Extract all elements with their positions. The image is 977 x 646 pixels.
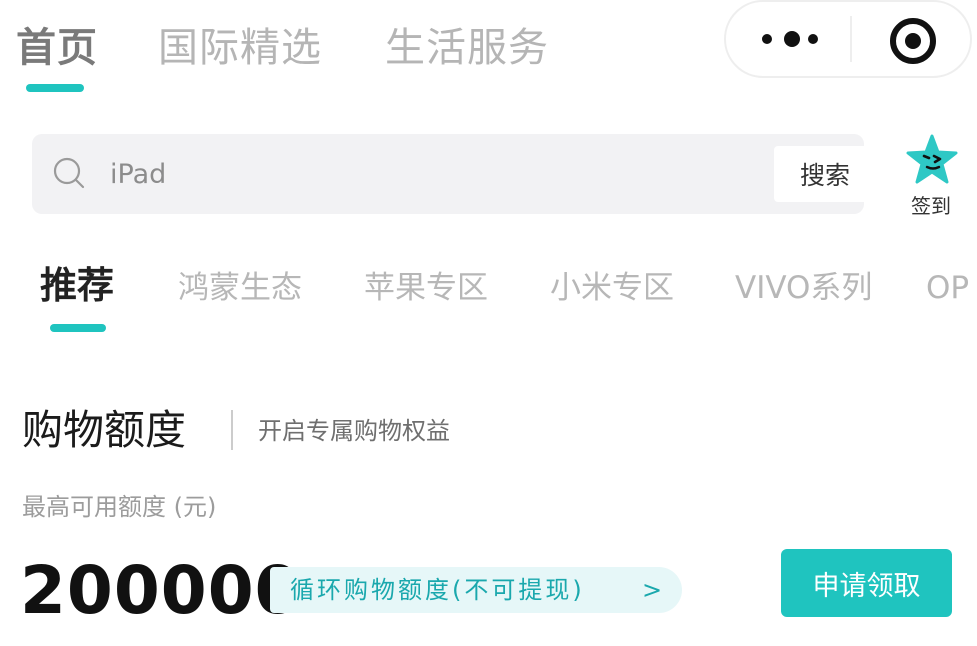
category-tab-apple[interactable]: 苹果专区 (364, 266, 488, 310)
star-face-icon (906, 134, 958, 184)
credit-limit-label: 最高可用额度 (元) (22, 493, 217, 521)
title-divider (231, 410, 233, 450)
category-tab-vivo[interactable]: VIVO系列 (735, 266, 872, 310)
capsule-menu (724, 0, 972, 78)
category-tab-harmony[interactable]: 鸿蒙生态 (178, 266, 302, 310)
signin-label: 签到 (911, 194, 951, 218)
tab-international[interactable]: 国际精选 (158, 22, 322, 74)
tab-life-service[interactable]: 生活服务 (385, 22, 549, 74)
capsule-divider (850, 16, 852, 62)
active-tab-indicator (26, 84, 84, 92)
credit-title: 购物额度 (22, 406, 186, 454)
category-tab-recommend[interactable]: 推荐 (40, 264, 114, 308)
target-icon[interactable] (890, 18, 936, 64)
tab-home[interactable]: 首页 (16, 22, 98, 74)
credit-subtitle: 开启专属购物权益 (258, 417, 450, 445)
category-tab-xiaomi[interactable]: 小米专区 (550, 266, 674, 310)
category-tab-oppo[interactable]: OP (926, 266, 969, 310)
signin-button[interactable]: 签到 (900, 134, 962, 218)
search-icon (53, 157, 85, 189)
more-dots-icon[interactable] (762, 30, 842, 50)
active-category-indicator (50, 324, 106, 332)
search-input[interactable] (110, 152, 710, 196)
credit-tag[interactable]: 循环购物额度(不可提现) > (270, 567, 682, 613)
search-button[interactable]: 搜索 (774, 146, 876, 202)
apply-button[interactable]: 申请领取 (781, 549, 952, 617)
chevron-right-icon: > (642, 576, 663, 604)
credit-amount: 200000 (20, 552, 302, 629)
search-bar: 搜索 (32, 134, 876, 214)
credit-tag-text: 循环购物额度(不可提现) (290, 576, 585, 604)
